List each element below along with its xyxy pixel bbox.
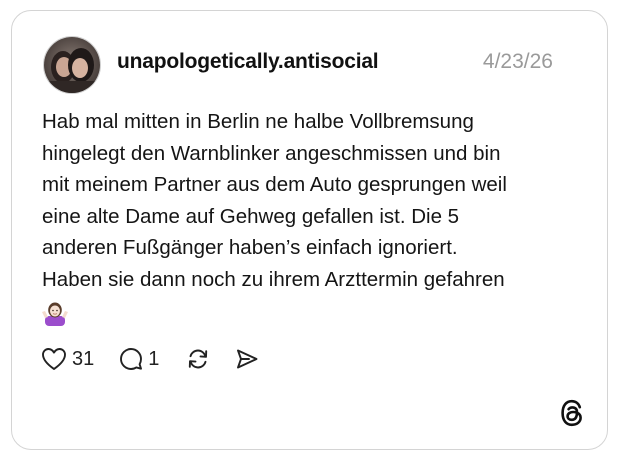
share-icon xyxy=(237,349,258,369)
post-text-line: mit meinem Partner aus dem Auto gesprung… xyxy=(42,173,507,196)
post-card: unapologetically.antisocial 4/23/26 Hab … xyxy=(11,10,608,450)
action-bar: 31 1 xyxy=(41,345,259,373)
post-text-line: Haben sie dann noch zu ihrem Arzttermin … xyxy=(42,267,505,291)
avatar-photo xyxy=(44,37,100,93)
repost-button[interactable] xyxy=(186,347,210,371)
post-text-line: eine alte Dame auf Gehweg gefallen ist. … xyxy=(42,204,460,228)
post-date: 4/23/26 xyxy=(482,50,553,73)
reply-count: 1 xyxy=(148,347,160,370)
share-button[interactable] xyxy=(235,347,259,371)
threads-logo-icon xyxy=(559,399,585,427)
post-text-line: anderen Fußgänger haben’s einfach ignori… xyxy=(42,236,458,259)
comment-icon xyxy=(120,348,143,370)
post-text-line: Hab mal mitten in Berlin ne halbe Vollbr… xyxy=(42,110,474,133)
heart-icon xyxy=(42,348,66,370)
like-button[interactable]: 31 xyxy=(41,347,94,371)
avatar[interactable] xyxy=(43,36,101,94)
reply-button[interactable]: 1 xyxy=(119,347,159,371)
person-shrugging-icon xyxy=(42,302,68,326)
post-body: Hab mal mitten in Berlin ne halbe Vollbr… xyxy=(42,106,582,326)
like-count: 31 xyxy=(72,347,95,370)
post-text-line: hingelegt den Warnblinker angeschmissen … xyxy=(42,141,501,165)
username[interactable]: unapologetically.antisocial xyxy=(117,50,379,74)
repost-icon xyxy=(189,349,208,369)
